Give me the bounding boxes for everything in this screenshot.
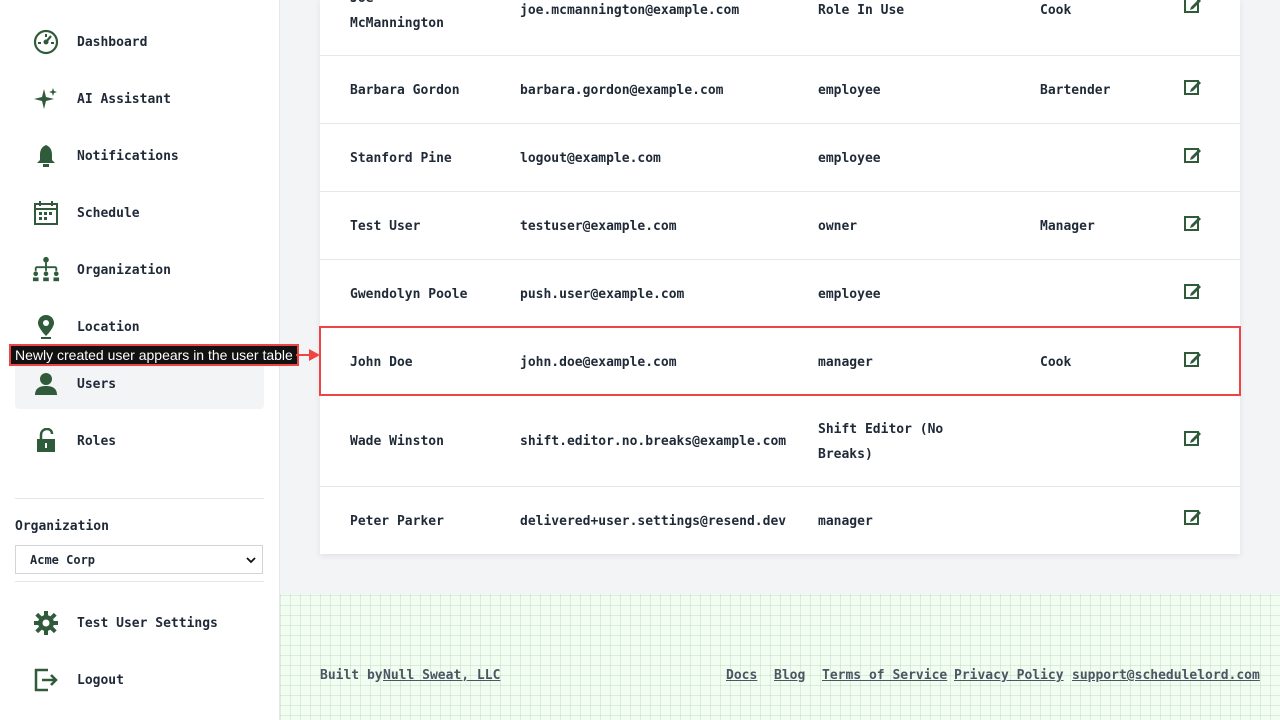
user-email: push.user@example.com [520,287,685,302]
user-role: Shift Editor (No Breaks) [818,422,944,462]
org-chart-icon [32,256,60,284]
user-email: john.doe@example.com [520,355,677,370]
logout-icon [32,666,60,694]
edit-icon[interactable] [1184,282,1202,300]
user-role: Role In Use [818,3,905,18]
user-name: Stanford Pine [350,151,452,166]
user-position: Cook [1040,355,1072,370]
organization-select[interactable]: Acme Corp [15,545,263,574]
user-name: John Doe [350,355,413,370]
edit-icon[interactable] [1184,429,1202,447]
footer-built-by: Built by [320,668,383,683]
map-pin-icon [32,313,60,341]
annotation-callout: Newly created user appears in the user t… [9,344,299,366]
sidebar-nav: Dashboard AI Assistant Notifications Sch… [15,0,264,492]
user-role: employee [818,151,881,166]
user-settings-link[interactable]: Test User Settings [15,598,264,648]
sparkle-icon [32,85,60,113]
user-email: logout@example.com [520,151,661,166]
sidebar-item-label: AI Assistant [77,91,171,107]
gear-icon [32,609,60,637]
user-name: Barbara Gordon [350,83,460,98]
table-row: Joe McMannington joe.mcmannington@exampl… [320,0,1240,56]
user-email: shift.editor.no.breaks@example.com [520,434,787,449]
footer-company-link[interactable]: Null Sweat, LLC [383,668,500,683]
annotation-arrow-icon [309,349,320,361]
edit-icon[interactable] [1184,214,1202,232]
sidebar-item-partial[interactable] [15,473,264,492]
calendar-icon [32,199,60,227]
footer-link-privacy[interactable]: Privacy Policy [954,668,1064,683]
user-email: delivered+user.settings@resend.dev [520,514,787,529]
footer-link-docs[interactable]: Docs [726,668,757,683]
footer: Built by Null Sweat, LLC Docs Blog Terms… [280,594,1280,720]
footer-link-support-email[interactable]: support@schedulelord.com [1072,668,1260,683]
user-role: employee [818,287,881,302]
user-email: testuser@example.com [520,219,677,234]
partial-icon [32,484,60,492]
sidebar-item-label: Location [77,319,140,335]
user-position: Bartender [1040,83,1111,98]
table-row-new-user: John Doe john.doe@example.com manager Co… [320,328,1240,396]
user-role: manager [818,355,873,370]
table-row: Test User testuser@example.com owner Man… [320,192,1240,260]
sidebar-item-label: Organization [77,262,171,278]
user-name: Gwendolyn Poole [350,287,468,302]
sidebar-item-label: Notifications [77,148,179,164]
sidebar-item-label: Roles [77,433,117,449]
sidebar-item-users[interactable]: Users [15,359,264,409]
sidebar-item-notifications[interactable]: Notifications [15,131,264,181]
footer-link-terms[interactable]: Terms of Service [822,668,947,683]
sidebar-item-organization[interactable]: Organization [15,245,264,295]
annotation-arrow-line [296,354,310,356]
user-role: owner [818,219,858,234]
user-icon [32,370,60,398]
sidebar-item-schedule[interactable]: Schedule [15,188,264,238]
user-email: joe.mcmannington@example.com [520,3,740,18]
sidebar-item-label: Users [77,376,117,392]
table-row: Stanford Pine logout@example.com employe… [320,124,1240,192]
organization-selected-value: Acme Corp [30,552,96,567]
user-email: barbara.gordon@example.com [520,83,724,98]
user-role: employee [818,83,881,98]
edit-icon[interactable] [1184,350,1202,368]
sidebar-item-ai-assistant[interactable]: AI Assistant [15,74,264,124]
sidebar-item-label: Dashboard [77,34,148,50]
table-row: Wade Winston shift.editor.no.breaks@exam… [320,396,1240,487]
edit-icon[interactable] [1184,508,1202,526]
user-role: manager [818,514,873,529]
sidebar-item-label: Schedule [77,205,140,221]
table-row: Barbara Gordon barbara.gordon@example.co… [320,56,1240,124]
bell-icon [32,142,60,170]
footer-link-blog[interactable]: Blog [774,668,805,683]
table-row: Gwendolyn Poole push.user@example.com em… [320,260,1240,328]
edit-icon[interactable] [1184,0,1202,14]
logout-link[interactable]: Logout [15,655,264,705]
user-name: Peter Parker [350,514,444,529]
sidebar-divider [15,581,264,582]
logout-label: Logout [77,672,124,688]
sidebar-item-roles[interactable]: Roles [15,416,264,466]
user-name: Test User [350,219,421,234]
edit-icon[interactable] [1184,78,1202,96]
unlock-icon [32,427,60,455]
users-table: Joe McMannington joe.mcmannington@exampl… [320,0,1240,554]
user-position: Cook [1040,3,1072,18]
sidebar-divider [15,498,264,499]
dashboard-icon [32,28,60,56]
table-row: Peter Parker delivered+user.settings@res… [320,487,1240,554]
user-name: Joe McMannington [350,0,444,31]
chevron-down-icon [246,554,256,564]
user-position: Manager [1040,219,1095,234]
sidebar-item-dashboard[interactable]: Dashboard [15,17,264,67]
user-settings-label: Test User Settings [77,615,218,631]
edit-icon[interactable] [1184,146,1202,164]
user-name: Wade Winston [350,434,444,449]
organization-label: Organization [15,519,109,534]
